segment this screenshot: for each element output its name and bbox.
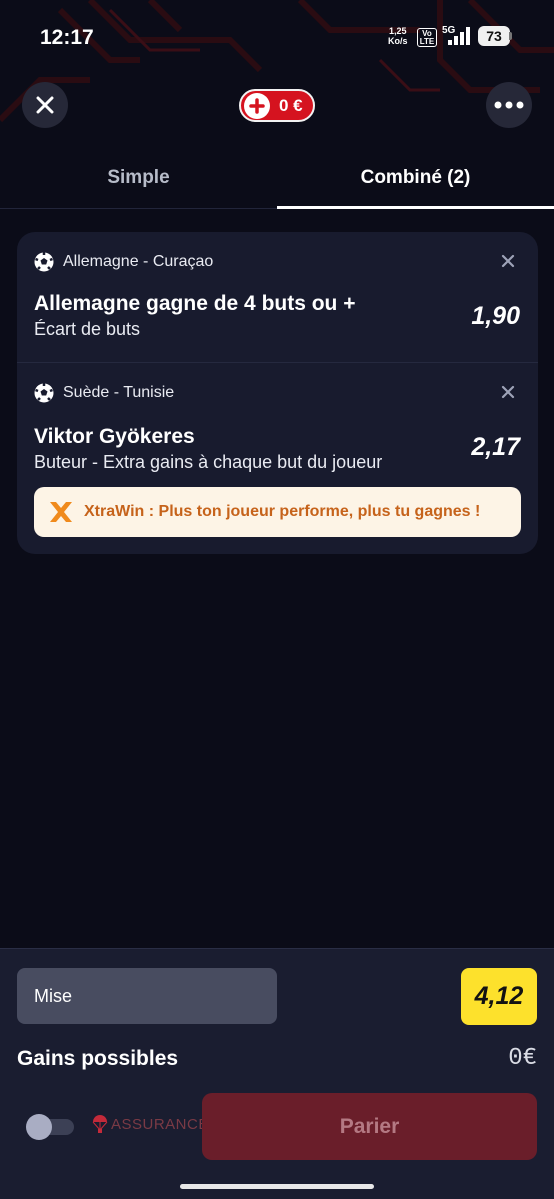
balance-amount: 0 € [279, 95, 303, 115]
more-options-button[interactable] [486, 82, 532, 128]
betslip-footer: 4,12 Gains possibles 0€ ASSURANCE Parier [0, 948, 554, 1199]
insurance-label: ASSURANCE [92, 1114, 209, 1134]
close-icon [36, 96, 54, 114]
network-speed-unit: Ko/s [388, 36, 408, 46]
xtrawin-banner: XtraWin : Plus ton joueur performe, plus… [34, 487, 521, 537]
stake-input[interactable] [17, 968, 277, 1024]
potential-gains-value: 0€ [508, 1045, 537, 1072]
selection-title: Allemagne gagne de 4 buts ou + [34, 292, 356, 315]
bet-selection[interactable]: Allemagne - Curaçao Allemagne gagne de 4… [17, 232, 538, 362]
network-speed-value: 1,25 [388, 26, 407, 36]
signal-icon [448, 27, 470, 45]
home-indicator[interactable] [180, 1184, 374, 1189]
selection-odds: 2,17 [471, 433, 520, 461]
toggle-knob [26, 1114, 52, 1140]
match-name: Allemagne - Curaçao [63, 253, 214, 270]
remove-selection-icon[interactable] [500, 253, 516, 269]
xtrawin-text: XtraWin : Plus ton joueur performe, plus… [84, 503, 481, 520]
tab-simple[interactable]: Simple [0, 158, 277, 208]
battery-tip [509, 32, 512, 40]
insurance-toggle[interactable] [26, 1114, 76, 1140]
remove-selection-icon[interactable] [500, 384, 516, 400]
selection-title: Viktor Gyökeres [34, 425, 195, 448]
total-odds-badge: 4,12 [461, 968, 537, 1025]
active-tab-indicator [277, 206, 554, 209]
battery-icon: 73 [478, 26, 510, 46]
parachute-icon [92, 1115, 108, 1133]
xtrawin-x-icon [50, 502, 72, 522]
selection-market: Écart de buts [34, 319, 141, 339]
balance-pill[interactable]: 0 € [239, 89, 315, 122]
status-bar: 12:17 1,25 Ko/s Vo LTE 5G 73 [0, 0, 554, 70]
potential-gains-label: Gains possibles [17, 1047, 179, 1070]
place-bet-button[interactable]: Parier [202, 1093, 537, 1160]
selection-market: Buteur - Extra gains à chaque but du jou… [34, 452, 383, 472]
insurance-text: ASSURANCE [111, 1115, 209, 1133]
betslip-card: Allemagne - Curaçao Allemagne gagne de 4… [17, 232, 538, 554]
match-row: Allemagne - Curaçao [34, 252, 213, 272]
selection-odds: 1,90 [471, 302, 520, 330]
deposit-plus-icon [244, 92, 270, 119]
soccer-ball-icon [34, 252, 54, 272]
match-row: Suède - Tunisie [34, 383, 174, 403]
bet-selection[interactable]: Suède - Tunisie Viktor Gyökeres Buteur -… [17, 363, 538, 554]
volte-icon: Vo LTE [417, 28, 437, 47]
clock: 12:17 [40, 26, 94, 49]
volte-bottom: LTE [419, 37, 435, 46]
tab-combine[interactable]: Combiné (2) [277, 158, 554, 208]
match-name: Suède - Tunisie [63, 384, 175, 401]
close-button[interactable] [22, 82, 68, 128]
more-dots-icon [494, 101, 524, 109]
network-speed: 1,25 Ko/s [388, 26, 408, 46]
soccer-ball-icon [34, 383, 54, 403]
